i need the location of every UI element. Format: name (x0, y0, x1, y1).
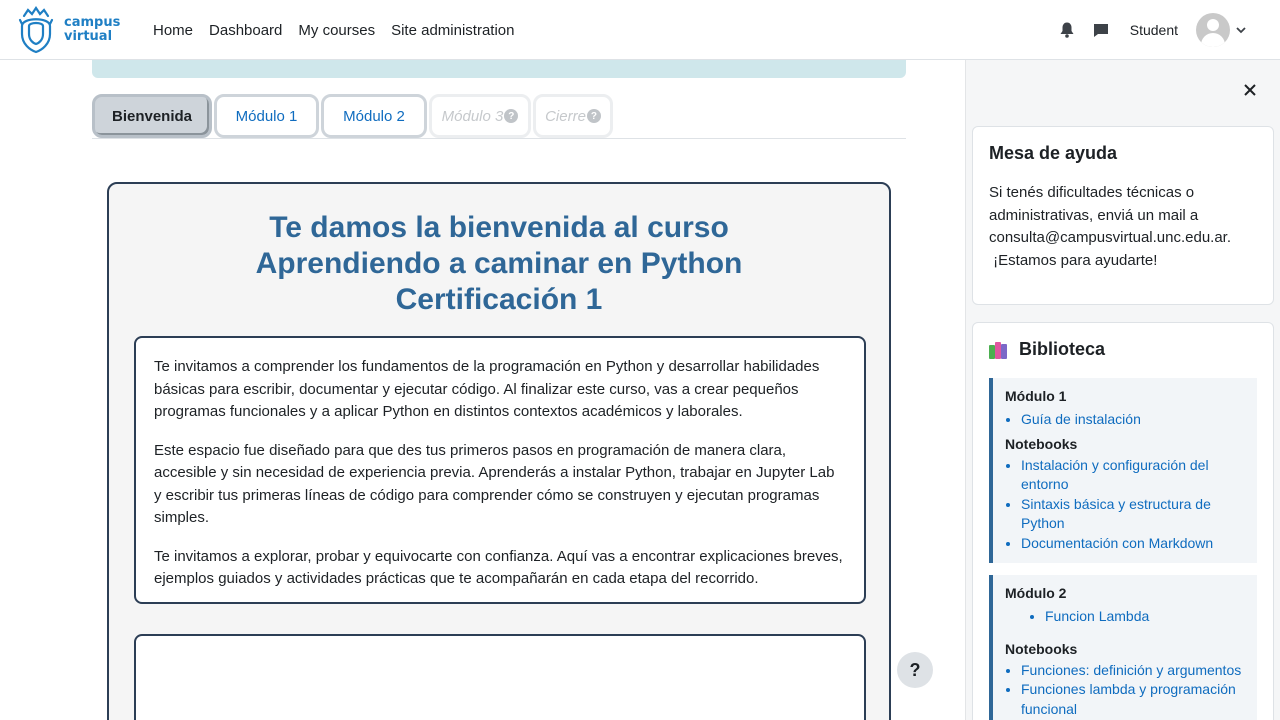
top-navbar: campus virtual Home Dashboard My courses… (0, 0, 1280, 60)
nav-home[interactable]: Home (145, 22, 201, 39)
help-desk-title: Mesa de ayuda (989, 143, 1118, 163)
tab-label: Módulo 1 (235, 107, 298, 125)
help-email: consulta@campusvirtual.unc.edu.ar. (989, 229, 1232, 246)
tab-label: Cierre (545, 107, 586, 125)
library-title-text: Biblioteca (1019, 339, 1106, 359)
library-module-1: Módulo 1 Guía de instalación Notebooks I… (989, 378, 1257, 563)
help-desk-text: Si tenés dificultades técnicas o adminis… (989, 182, 1257, 272)
notebook-link[interactable]: Sintaxis básica y estructura de Python (1021, 495, 1247, 534)
nav-dashboard[interactable]: Dashboard (201, 22, 290, 39)
user-avatar[interactable] (1196, 13, 1230, 47)
close-icon (1244, 84, 1256, 96)
logo-line-2: virtual (64, 29, 113, 44)
tab-label: Módulo 3 (441, 107, 504, 125)
intro-card: Te invitamos a comprender los fundamento… (134, 336, 866, 604)
intro-paragraph: Te invitamos a explorar, probar y equivo… (154, 547, 843, 588)
nav-site-administration[interactable]: Site administration (383, 22, 522, 39)
tab-modulo-2[interactable]: Módulo 2 (321, 94, 427, 138)
module-title: Módulo 1 (1005, 388, 1067, 404)
course-title-line-3: Certificación 1 (395, 283, 603, 316)
block-drawer: Mesa de ayuda Si tenés dificultades técn… (965, 60, 1280, 720)
user-menu-area: Student (1052, 0, 1280, 60)
notifications-bell-icon[interactable] (1052, 15, 1082, 45)
help-text-line: administrativas, enviá un mail a (989, 206, 1199, 224)
main-content: Bienvenida Módulo 1 Módulo 2 Módulo 3? C… (0, 60, 965, 720)
user-name[interactable]: Student (1130, 22, 1178, 38)
intro-paragraph: Te invitamos a comprender los fundamento… (154, 358, 820, 420)
tab-label: Módulo 2 (343, 107, 405, 125)
locked-question-icon: ? (504, 109, 519, 123)
library-title: Biblioteca (989, 339, 1257, 360)
library-module-2: Módulo 2 Funcion Lambda Notebooks Funcio… (989, 575, 1257, 720)
logo-line-1: campus (64, 15, 121, 30)
tab-modulo-3: Módulo 3? (429, 94, 531, 138)
messages-chat-icon[interactable] (1086, 15, 1116, 45)
tab-label: Bienvenida (111, 107, 193, 125)
notebook-link[interactable]: Documentación con Markdown (1021, 534, 1247, 554)
course-title-line-1: Te damos la bienvenida al curso (269, 211, 729, 244)
locked-question-icon: ? (586, 109, 601, 123)
notebook-link[interactable]: Instalación y configuración del entorno (1021, 456, 1247, 495)
help-desk-block: Mesa de ayuda Si tenés dificultades técn… (972, 126, 1274, 305)
module-title: Módulo 2 (1005, 585, 1067, 601)
intro-paragraph: Este espacio fue diseñado para que des t… (154, 441, 835, 527)
notebook-link[interactable]: Funciones lambda y programación funciona… (1021, 680, 1247, 719)
course-alert-strip (92, 60, 906, 78)
unc-seal-icon (18, 6, 54, 54)
campus-virtual-logo[interactable]: campus virtual (16, 4, 136, 56)
tab-bienvenida[interactable]: Bienvenida (92, 94, 212, 138)
notebook-link[interactable]: Funciones: definición y argumentos (1021, 661, 1247, 681)
help-button[interactable]: ? (897, 652, 933, 688)
close-drawer-button[interactable] (1238, 78, 1262, 102)
primary-navigation: Home Dashboard My courses Site administr… (145, 0, 523, 60)
course-title: Te damos la bienvenida al curso Aprendie… (109, 210, 889, 318)
content-card (134, 634, 866, 720)
library-link[interactable]: Guía de instalación (1021, 410, 1247, 430)
help-text-line: ¡Estamos para ayudarte! (989, 251, 1158, 269)
library-link[interactable]: Funcion Lambda (1045, 607, 1247, 627)
nav-my-courses[interactable]: My courses (290, 22, 383, 39)
tab-cierre: Cierre? (533, 94, 613, 138)
help-text-line: Si tenés dificultades técnicas o (989, 184, 1195, 201)
chevron-down-icon[interactable] (1236, 26, 1246, 34)
notebooks-label: Notebooks (1005, 435, 1078, 452)
course-title-line-2: Aprendiendo a caminar en Python (255, 247, 743, 280)
tab-modulo-1[interactable]: Módulo 1 (214, 94, 319, 138)
welcome-section: Te damos la bienvenida al curso Aprendie… (107, 182, 891, 720)
library-block: Biblioteca Módulo 1 Guía de instalación … (972, 322, 1274, 720)
course-section-tabs: Bienvenida Módulo 1 Módulo 2 Módulo 3? C… (92, 94, 906, 139)
notebooks-label: Notebooks (1005, 640, 1078, 657)
books-icon (989, 341, 1011, 359)
logo-text: campus virtual (64, 16, 120, 44)
